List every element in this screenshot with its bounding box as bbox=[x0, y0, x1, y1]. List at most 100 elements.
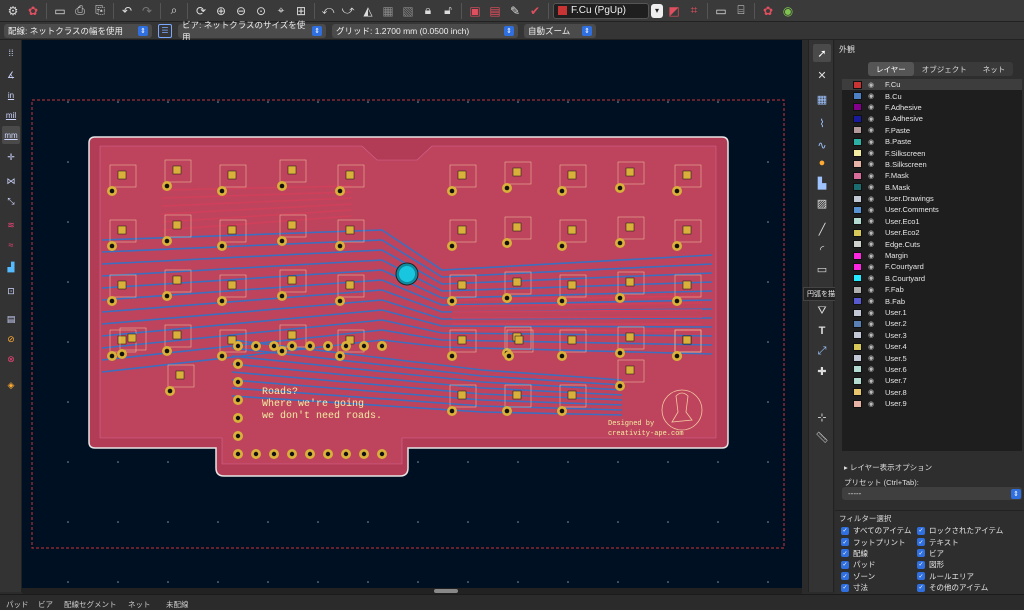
layer-row[interactable]: ◉ User.6 bbox=[842, 364, 1022, 375]
filter-item[interactable]: ✓ ゾーン bbox=[841, 571, 911, 582]
layer-selector[interactable]: F.Cu (PgUp) bbox=[553, 2, 649, 19]
netlist-icon[interactable]: ✎ bbox=[506, 2, 524, 20]
checkbox-icon[interactable]: ✓ bbox=[841, 549, 849, 558]
layer-row[interactable]: ◉ User.4 bbox=[842, 341, 1022, 352]
draw-arc-icon[interactable]: ◜ bbox=[813, 240, 831, 258]
eye-icon[interactable]: ◉ bbox=[866, 115, 876, 123]
net-inspector-icon[interactable]: ▣ bbox=[466, 2, 484, 20]
layer-color-swatch[interactable] bbox=[853, 251, 862, 260]
eye-icon[interactable]: ◉ bbox=[866, 103, 876, 111]
refresh-icon[interactable]: ⟳ bbox=[192, 2, 210, 20]
layer-color-swatch[interactable] bbox=[853, 137, 862, 146]
horizontal-scrollbar-thumb[interactable] bbox=[434, 589, 458, 593]
add-target-icon[interactable]: ✚ bbox=[813, 362, 831, 380]
layer-color-swatch[interactable] bbox=[853, 160, 862, 169]
local-ratsnest-icon[interactable]: ✕ bbox=[813, 66, 831, 84]
layer-color-swatch[interactable] bbox=[853, 331, 862, 340]
polar-coords-icon[interactable]: ∡ bbox=[2, 66, 20, 84]
plugin-icon[interactable]: ✿ bbox=[759, 2, 777, 20]
units-inch-button[interactable]: in bbox=[2, 86, 20, 104]
layer-row[interactable]: ◉ F.Cu bbox=[842, 79, 1022, 91]
add-zone-icon[interactable]: ▙ bbox=[813, 174, 831, 192]
eye-icon[interactable]: ◉ bbox=[866, 206, 876, 214]
tab-layers[interactable]: レイヤー bbox=[868, 62, 914, 76]
eye-icon[interactable]: ◉ bbox=[866, 160, 876, 168]
layer-row[interactable]: ◉ F.Fab bbox=[842, 284, 1022, 295]
high-contrast-icon[interactable]: ⊘ bbox=[2, 330, 20, 348]
redo-icon[interactable]: ↷ bbox=[138, 2, 156, 20]
layer-row[interactable]: ◉ User.Eco2 bbox=[842, 227, 1022, 238]
zoom-in-icon[interactable]: ⊕ bbox=[212, 2, 230, 20]
checkbox-icon[interactable]: ✓ bbox=[841, 572, 849, 581]
layer-color-swatch[interactable] bbox=[853, 388, 862, 397]
layer-row[interactable]: ◉ User.5 bbox=[842, 352, 1022, 363]
eye-icon[interactable]: ◉ bbox=[866, 172, 876, 180]
schematic-icon[interactable]: ✿ bbox=[24, 2, 42, 20]
layer-row[interactable]: ◉ User.9 bbox=[842, 398, 1022, 409]
grid-toggle-icon[interactable]: ⁞⁞ bbox=[2, 44, 20, 62]
zoom-object-icon[interactable]: ⌖ bbox=[272, 2, 290, 20]
layer-row[interactable]: ◉ User.Eco1 bbox=[842, 216, 1022, 227]
filter-item[interactable]: ✓ その他のアイテム bbox=[917, 582, 1003, 593]
draw-rectangle-icon[interactable]: ▭ bbox=[813, 260, 831, 278]
layer-color-swatch[interactable] bbox=[853, 80, 862, 89]
zone-outline-icon[interactable]: ≈ bbox=[2, 236, 20, 254]
tune-length-icon[interactable]: ∿ bbox=[813, 136, 831, 154]
units-mil-button[interactable]: mil bbox=[2, 106, 20, 124]
layer-color-swatch[interactable] bbox=[853, 103, 862, 112]
layer-color-swatch[interactable] bbox=[853, 228, 862, 237]
layer-row[interactable]: ◉ User.2 bbox=[842, 318, 1022, 329]
layer-row[interactable]: ◉ F.Silkscreen bbox=[842, 147, 1022, 158]
appearance-panel-icon[interactable]: ◈ bbox=[2, 376, 20, 394]
layer-color-swatch[interactable] bbox=[853, 297, 862, 306]
eye-icon[interactable]: ◉ bbox=[866, 126, 876, 134]
checkbox-icon[interactable]: ✓ bbox=[841, 526, 849, 535]
filter-item[interactable]: ✓ パッド bbox=[841, 559, 911, 570]
via-display-icon[interactable]: ⊡ bbox=[2, 282, 20, 300]
chevron-down-icon[interactable]: ▾ bbox=[651, 3, 663, 18]
eye-icon[interactable]: ◉ bbox=[866, 331, 876, 339]
eye-icon[interactable]: ◉ bbox=[866, 195, 876, 203]
eye-icon[interactable]: ◉ bbox=[866, 354, 876, 362]
layer-row[interactable]: ◉ User.3 bbox=[842, 330, 1022, 341]
rotate-cw-icon[interactable]: ⤻ bbox=[339, 2, 357, 20]
layer-color-swatch[interactable] bbox=[853, 114, 862, 123]
zoom-out-icon[interactable]: ⊖ bbox=[232, 2, 250, 20]
checkbox-icon[interactable]: ✓ bbox=[917, 572, 925, 581]
rotate-ccw-icon[interactable]: ⤺ bbox=[319, 2, 337, 20]
layer-color-swatch[interactable] bbox=[853, 92, 862, 101]
layer-color-swatch[interactable] bbox=[853, 308, 862, 317]
layer-row[interactable]: ◉ B.Cu bbox=[842, 90, 1022, 101]
pad-display-icon[interactable]: ▟ bbox=[2, 258, 20, 276]
layer-color-swatch[interactable] bbox=[853, 342, 862, 351]
net-color-icon[interactable]: ⊗ bbox=[2, 350, 20, 368]
cursor-icon[interactable]: ✛ bbox=[2, 148, 20, 166]
filter-item[interactable]: ✓ ルールエリア bbox=[917, 571, 1003, 582]
add-dimension-icon[interactable]: ⤢ bbox=[813, 342, 831, 360]
scripting-console-icon[interactable]: ▭ bbox=[712, 2, 730, 20]
tab-nets[interactable]: ネット bbox=[975, 62, 1014, 76]
eye-icon[interactable]: ◉ bbox=[866, 183, 876, 191]
eye-icon[interactable]: ◉ bbox=[866, 309, 876, 317]
grid-select[interactable]: グリッド: 1.2700 mm (0.0500 inch) ⇕ bbox=[332, 23, 518, 38]
layer-row[interactable]: ◉ F.Paste bbox=[842, 125, 1022, 136]
filter-item[interactable]: ✓ 寸法 bbox=[841, 582, 911, 593]
eye-icon[interactable]: ◉ bbox=[866, 320, 876, 328]
layer-row[interactable]: ◉ B.Adhesive bbox=[842, 113, 1022, 124]
zoom-select[interactable]: 自動ズーム ⇕ bbox=[524, 23, 596, 38]
curved-ratsnest-icon[interactable]: ⤡ bbox=[2, 192, 20, 210]
layer-row[interactable]: ◉ User.8 bbox=[842, 387, 1022, 398]
unlock-icon[interactable]: 🔓︎ bbox=[439, 2, 457, 20]
plot-icon[interactable]: ⎘ bbox=[91, 2, 109, 20]
eye-icon[interactable]: ◉ bbox=[866, 92, 876, 100]
plugin-icon[interactable]: ◉ bbox=[779, 2, 797, 20]
layer-row[interactable]: ◉ F.Mask bbox=[842, 170, 1022, 181]
print-icon[interactable]: ⎙ bbox=[71, 2, 89, 20]
layer-row[interactable]: ◉ B.Mask bbox=[842, 182, 1022, 193]
group-icon[interactable]: ▦ bbox=[379, 2, 397, 20]
units-mm-button[interactable]: mm bbox=[2, 126, 20, 144]
add-text-icon[interactable]: T bbox=[813, 322, 831, 340]
layer-color-swatch[interactable] bbox=[853, 171, 862, 180]
layer-row[interactable]: ◉ F.Courtyard bbox=[842, 261, 1022, 272]
layer-row[interactable]: ◉ B.Paste bbox=[842, 136, 1022, 147]
